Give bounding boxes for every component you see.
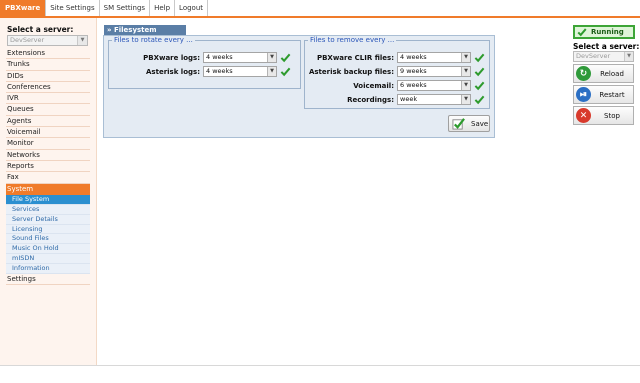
tab-help[interactable]: Help — [150, 0, 176, 16]
checkmark-icon — [280, 53, 291, 63]
filesystem-panel: Files to rotate every ... PBXware logs: … — [103, 35, 495, 138]
select-value: 4 weeks — [400, 53, 427, 61]
sidebar-subitem-information[interactable]: Information — [6, 264, 90, 274]
save-button[interactable]: Save — [448, 115, 490, 132]
sidebar-item-reports[interactable]: Reports — [6, 161, 90, 173]
panel-title: » Filesystem — [104, 25, 186, 35]
restart-icon: ⏯ — [576, 87, 591, 102]
running-check-icon — [577, 28, 587, 37]
checkmark-icon — [280, 67, 291, 77]
checkmark-icon — [474, 67, 485, 77]
chevron-down-icon: ▼ — [77, 36, 87, 45]
sidebar-subitem-sound-files[interactable]: Sound Files — [6, 234, 90, 245]
sidebar-subitem-music-on-hold[interactable]: Music On Hold — [6, 244, 90, 255]
sidebar-item-system[interactable]: System — [6, 183, 90, 195]
select-value: 9 weeks — [400, 67, 427, 75]
remove-row-voicemail: Voicemail: 6 weeks ▼ — [308, 80, 485, 91]
rotate-legend: Files to rotate every ... — [114, 36, 193, 44]
sidebar: Select a server: DevServer ▼ Extensions … — [0, 18, 97, 365]
reload-button[interactable]: ↻ Reload — [573, 64, 634, 83]
asterisk-backup-select[interactable]: 9 weeks ▼ — [397, 66, 471, 77]
field-label: PBXware logs: — [143, 53, 200, 62]
sidebar-subitem-misdn[interactable]: mISDN — [6, 254, 90, 265]
field-label: Recordings: — [347, 95, 394, 104]
chevron-down-icon: ▼ — [624, 52, 633, 61]
stop-label: Stop — [604, 111, 620, 120]
reload-icon: ↻ — [576, 66, 591, 81]
field-label: Asterisk logs: — [146, 67, 200, 76]
voicemail-select[interactable]: 6 weeks ▼ — [397, 80, 471, 91]
server-select[interactable]: DevServer ▼ — [7, 35, 88, 46]
status-badge: Running — [573, 25, 635, 39]
right-server-select-value: DevServer — [576, 52, 611, 60]
recordings-select[interactable]: week ▼ — [397, 94, 471, 105]
rotate-row-asterisk-logs: Asterisk logs: 4 weeks ▼ — [112, 66, 291, 77]
field-label: PBXware CLIR files: — [316, 53, 394, 62]
right-server-label: Select a server: — [573, 42, 640, 51]
sidebar-subitem-file-system[interactable]: File System — [6, 194, 90, 205]
chevron-down-icon: ▼ — [461, 53, 470, 62]
stop-button[interactable]: ✕ Stop — [573, 106, 634, 125]
sidebar-item-trunks[interactable]: Trunks — [6, 59, 90, 71]
pbxware-clir-select[interactable]: 4 weeks ▼ — [397, 52, 471, 63]
checkmark-icon — [474, 95, 485, 105]
field-label: Voicemail: — [353, 81, 394, 90]
tab-logout[interactable]: Logout — [175, 0, 209, 16]
remove-row-asterisk-backup: Asterisk backup files: 9 weeks ▼ — [308, 66, 485, 77]
sidebar-item-voicemail[interactable]: Voicemail — [6, 127, 90, 139]
checkmark-icon — [474, 81, 485, 91]
sidebar-item-settings[interactable]: Settings — [6, 274, 90, 286]
sidebar-item-agents[interactable]: Agents — [6, 116, 90, 128]
select-value: 6 weeks — [400, 81, 427, 89]
right-server-select[interactable]: DevServer ▼ — [573, 51, 634, 62]
sidebar-item-ivr[interactable]: IVR — [6, 93, 90, 105]
sidebar-item-conferences[interactable]: Conferences — [6, 82, 90, 94]
select-value: 4 weeks — [206, 67, 233, 75]
save-checkmark-icon — [452, 118, 465, 130]
restart-label: Restart — [599, 90, 625, 99]
sidebar-subitem-server-details[interactable]: Server Details — [6, 214, 90, 225]
remove-legend: Files to remove every ... — [310, 36, 395, 44]
restart-button[interactable]: ⏯ Restart — [573, 85, 634, 104]
remove-row-clir: PBXware CLIR files: 4 weeks ▼ — [308, 52, 485, 63]
stop-icon: ✕ — [576, 108, 591, 123]
bottom-bar — [0, 365, 640, 383]
tab-site-settings[interactable]: Site Settings — [46, 0, 100, 16]
sidebar-item-queues[interactable]: Queues — [6, 104, 90, 116]
sidebar-item-fax[interactable]: Fax — [6, 172, 90, 184]
sidebar-subitem-licensing[interactable]: Licensing — [6, 224, 90, 235]
sidebar-menu: Extensions Trunks DIDs Conferences IVR Q… — [6, 48, 90, 286]
top-navigation: PBXware Site Settings SM Settings Help L… — [0, 0, 640, 18]
asterisk-logs-select[interactable]: 4 weeks ▼ — [203, 66, 277, 77]
sidebar-item-networks[interactable]: Networks — [6, 150, 90, 161]
chevron-down-icon: ▼ — [461, 81, 470, 90]
sidebar-item-extensions[interactable]: Extensions — [6, 48, 90, 60]
status-text: Running — [591, 28, 624, 36]
tab-pbxware[interactable]: PBXware — [0, 0, 47, 16]
server-select-value: DevServer — [10, 36, 45, 44]
server-select-label: Select a server: — [7, 25, 74, 34]
checkmark-icon — [474, 53, 485, 63]
sidebar-subitem-services[interactable]: Services — [6, 204, 90, 215]
remove-row-recordings: Recordings: week ▼ — [308, 94, 485, 105]
chevron-down-icon: ▼ — [267, 53, 276, 62]
sidebar-item-dids[interactable]: DIDs — [6, 71, 90, 82]
sidebar-item-monitor[interactable]: Monitor — [6, 138, 90, 150]
reload-label: Reload — [600, 69, 624, 78]
chevron-down-icon: ▼ — [461, 95, 470, 104]
rotate-row-pbxware-logs: PBXware logs: 4 weeks ▼ — [112, 52, 291, 63]
pbxware-logs-select[interactable]: 4 weeks ▼ — [203, 52, 277, 63]
field-label: Asterisk backup files: — [308, 67, 394, 76]
chevron-down-icon: ▼ — [461, 67, 470, 76]
tab-sm-settings[interactable]: SM Settings — [100, 0, 151, 16]
select-value: 4 weeks — [206, 53, 233, 61]
select-value: week — [400, 95, 418, 103]
chevron-down-icon: ▼ — [267, 67, 276, 76]
save-label: Save — [471, 119, 489, 128]
